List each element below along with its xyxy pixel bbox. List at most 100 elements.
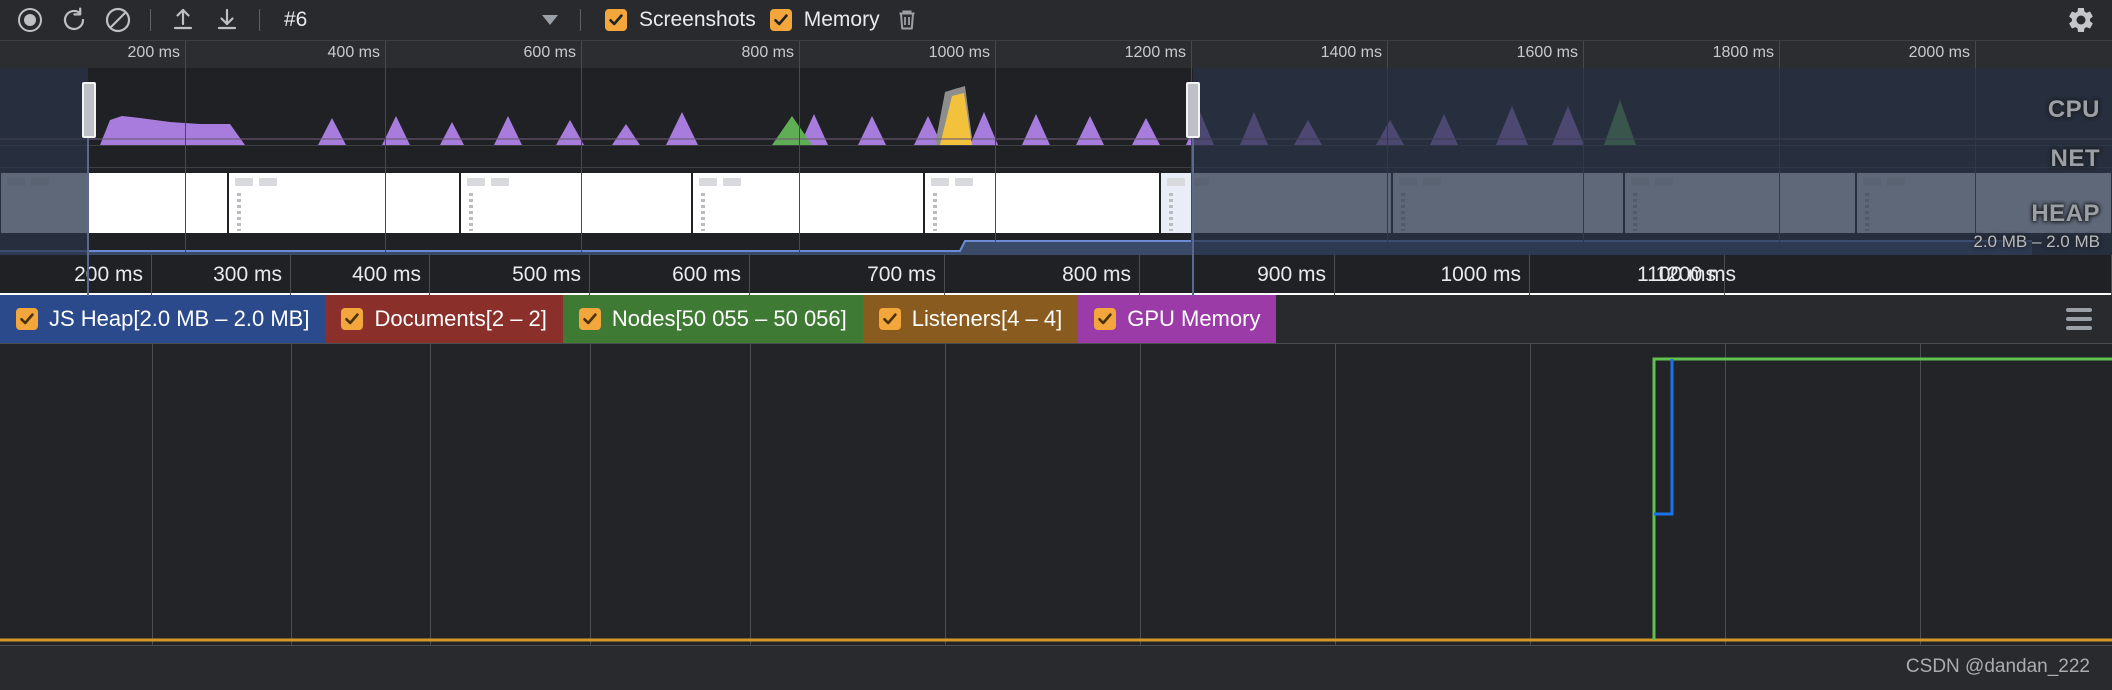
overview-tick-label: 1600 ms <box>1516 44 1578 61</box>
ruler-tick: 500 ms <box>430 255 590 295</box>
ruler-tick: 300 ms <box>152 255 291 295</box>
legend-chip-label: Nodes[50 055 – 50 056] <box>611 306 847 331</box>
memory-counters-chart[interactable] <box>0 343 2112 646</box>
ruler-tick: 200 ms <box>0 255 152 295</box>
gear-icon <box>2069 7 2093 33</box>
download-icon <box>217 8 237 30</box>
legend-chip-label: Listeners[4 – 4] <box>911 306 1063 331</box>
ruler-tick-label: 600 ms <box>672 263 741 286</box>
series-line-js-heap <box>1654 359 1674 516</box>
legend-spacer <box>1276 295 2046 343</box>
profile-selector-value: #6 <box>284 8 308 31</box>
hamburger-icon[interactable] <box>2046 295 2112 343</box>
hamburger-bar <box>2066 308 2092 312</box>
checkbox-checked-icon <box>341 308 364 330</box>
overview-tick: 800 ms <box>582 41 800 255</box>
heap-range-label: 2.0 MB – 2.0 MB <box>1973 232 2100 251</box>
settings-button[interactable] <box>2066 5 2096 35</box>
overview-tick: 1000 ms <box>800 41 996 255</box>
record-button[interactable] <box>8 0 52 41</box>
counters-series-svg <box>0 357 2112 642</box>
overview-tick: 600 ms <box>386 41 582 255</box>
series-line-nodes <box>1652 357 2112 640</box>
ruler-tick-label: 400 ms <box>352 263 421 286</box>
legend-chip-documents[interactable]: Documents[2 – 2] <box>325 295 563 343</box>
reload-icon <box>63 7 85 31</box>
ruler-tick: 1200 ms <box>1655 255 2112 295</box>
ruler-tick: 900 ms <box>1140 255 1335 295</box>
checkbox-checked-icon <box>878 308 901 330</box>
net-lane-label: NET <box>2050 145 2100 172</box>
overview-tick-label: 400 ms <box>327 44 380 61</box>
checkbox-checked-icon <box>769 9 792 31</box>
legend-chip-label: GPU Memory <box>1127 306 1261 331</box>
ruler-tick-label: 500 ms <box>512 263 581 286</box>
hamburger-bar <box>2066 317 2092 321</box>
ruler-tick-label: 800 ms <box>1062 263 1131 286</box>
ruler-tick-label: 1000 ms <box>1440 263 1521 286</box>
overview-tick-label: 1200 ms <box>1124 44 1186 61</box>
overview-tick: 400 ms <box>186 41 386 255</box>
checkbox-checked-icon <box>605 9 627 31</box>
timeline-overview[interactable]: 200 ms 400 ms 600 ms 800 ms 1000 ms 1200… <box>0 41 2112 296</box>
ruler-tick: 400 ms <box>291 255 430 295</box>
toolbar-divider-2 <box>259 9 260 31</box>
overview-dim-right <box>1193 68 2112 255</box>
legend-chip-js-heap[interactable]: JS Heap[2.0 MB – 2.0 MB] <box>0 295 326 343</box>
checkbox-checked-icon <box>16 308 38 330</box>
load-profile-button[interactable] <box>161 0 205 41</box>
overview-window-left-handle[interactable] <box>82 82 96 138</box>
overview-dim-left <box>0 68 88 255</box>
hamburger-bar <box>2066 326 2092 330</box>
overview-tick-label: 2000 ms <box>1908 44 1970 61</box>
overview-tick: 1200 ms <box>996 41 1192 255</box>
watermark: CSDN @dandan_222 <box>1905 656 2090 677</box>
screenshots-label: Screenshots <box>639 8 756 31</box>
record-circle-icon <box>18 8 42 32</box>
checkbox-checked-icon <box>578 308 601 330</box>
ruler-tick-label: 900 ms <box>1257 263 1326 286</box>
toolbar-divider-3 <box>580 9 581 31</box>
checkbox-checked-icon <box>1094 308 1117 330</box>
ruler-tick: 1000 ms <box>1335 255 1530 295</box>
toolbar-divider-1 <box>150 9 151 31</box>
overview-tick-label: 600 ms <box>523 44 576 61</box>
overview-tick-label: 1000 ms <box>928 44 990 61</box>
cpu-lane-label: CPU <box>2047 96 2100 123</box>
clear-icon <box>105 7 131 33</box>
footer: CSDN @dandan_222 <box>0 646 2112 690</box>
trash-icon <box>899 10 915 30</box>
memory-counters-legend: JS Heap[2.0 MB – 2.0 MB] Documents[2 – 2… <box>0 295 2112 343</box>
ruler-tick-label: 700 ms <box>867 263 936 286</box>
main-timeline-ruler[interactable]: 200 ms 300 ms 400 ms 500 ms 600 ms 700 m… <box>0 255 2112 295</box>
overview-window-right-handle[interactable] <box>1186 82 1200 138</box>
performance-panel: #6 Screenshots Memory 200 ms 400 ms 600 … <box>0 0 2112 690</box>
reload-and-record-button[interactable] <box>52 0 96 41</box>
overview-tick-label: 800 ms <box>741 44 794 61</box>
memory-label: Memory <box>803 8 880 31</box>
legend-chip-label: Documents[2 – 2] <box>374 306 547 331</box>
overview-tick-label: 200 ms <box>127 44 180 61</box>
collect-garbage-button[interactable] <box>894 7 920 33</box>
legend-chip-label: JS Heap[2.0 MB – 2.0 MB] <box>49 306 310 331</box>
ruler-tick-label: 300 ms <box>213 263 282 286</box>
save-profile-button[interactable] <box>205 0 249 41</box>
legend-chip-nodes[interactable]: Nodes[50 055 – 50 056] <box>562 295 863 343</box>
heap-lane-label: HEAP <box>2031 200 2100 227</box>
upload-icon <box>173 8 193 30</box>
chevron-down-icon <box>542 15 558 25</box>
ruler-tick: 600 ms <box>590 255 750 295</box>
toolbar: #6 Screenshots Memory <box>0 0 2112 41</box>
screenshots-checkbox[interactable]: Screenshots <box>605 8 756 32</box>
legend-chip-gpu-memory[interactable]: GPU Memory <box>1078 295 1277 343</box>
ruler-tick-label: 200 ms <box>74 263 143 286</box>
clear-button[interactable] <box>96 0 140 41</box>
legend-chip-listeners[interactable]: Listeners[4 – 4] <box>862 295 1079 343</box>
ruler-tick: 700 ms <box>750 255 945 295</box>
overview-tick-label: 1400 ms <box>1320 44 1382 61</box>
profile-selector[interactable]: #6 <box>270 0 570 41</box>
memory-checkbox[interactable]: Memory <box>769 8 880 32</box>
ruler-tick-label: 1200 ms <box>1655 263 1736 286</box>
overview-tick-label: 1800 ms <box>1712 44 1774 61</box>
ruler-tick: 800 ms <box>945 255 1140 295</box>
